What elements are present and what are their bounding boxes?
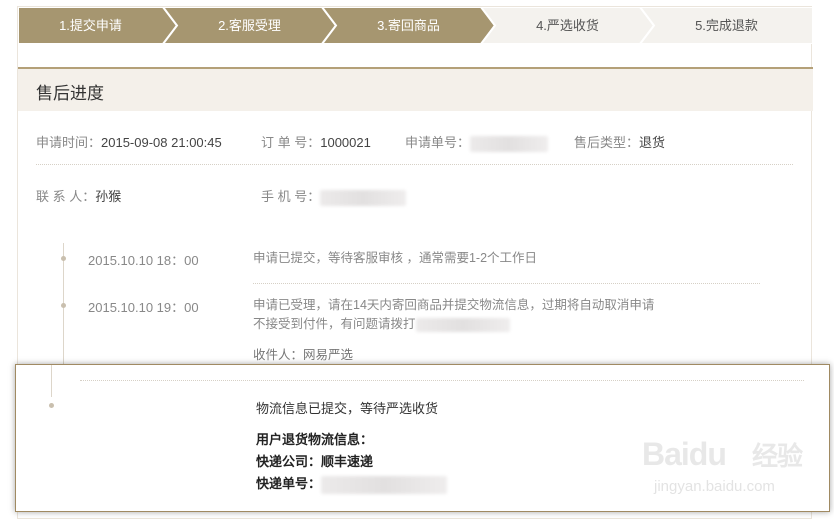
section-header: 售后进度 [18,67,813,111]
hotline-redacted [415,317,510,332]
divider [36,164,793,165]
timeline-dot [61,303,66,308]
timeline-receiver: 收件人：网易严选 [253,348,354,362]
timeline-line [51,365,52,397]
step-refund: 5.完成退款 [695,18,758,33]
type-label: 售后类型： [574,135,640,150]
timeline-text-2b: 不接受到付件，有问题请拨打 [253,315,510,334]
order-number-label: 订 单 号： [261,135,321,150]
progress-steps: 1.提交申请 2.客服受理 3.寄回商品 4.严选收货 5.完成退款 [18,7,813,44]
apply-time: 申请时间：2015-09-08 21:00:45 [36,132,222,151]
type-value: 退货 [639,135,666,150]
timeline-divider [80,380,804,381]
step-return-goods: 3.寄回商品 [377,18,440,33]
courier-company-value: 顺丰速递 [321,454,374,469]
section-title: 售后进度 [36,84,104,103]
timeline-text-1: 申请已提交，等待客服审核 ，通常需要1-2个工作日 [253,251,538,265]
phone-redacted [320,189,407,206]
baidu-watermark: Baidu 经验 jingyan.baidu.com [640,430,830,505]
phone: 手 机 号： [261,186,407,206]
phone-label: 手 机 号： [261,189,321,204]
timeline-dot [61,256,66,261]
courier-company: 快递公司：顺丰速递 [256,451,373,470]
contact-value: 孙猴 [95,189,122,204]
watermark-brand: 经验 [752,441,803,471]
apply-number-label: 申请单号： [405,135,471,150]
logistics-title: 用户退货物流信息： [256,432,374,447]
contact: 联 系 人：孙猴 [36,186,121,205]
step-service-accept: 2.客服受理 [218,18,281,33]
timeline-time-2: 2015.10.10 19：00 [88,300,199,315]
apply-number: 申请单号： [405,132,549,152]
logistics-status: 物流信息已提交，等待严选收货 [256,401,439,416]
tracking-number-label: 快递单号： [256,476,322,491]
order-number: 订 单 号：1000021 [261,132,371,151]
after-sales-type: 售后类型：退货 [574,132,665,151]
courier-company-label: 快递公司： [256,454,322,469]
timeline-dot [49,403,54,408]
timeline-time-1: 2015.10.10 18：00 [88,253,199,268]
timeline-text-2a: 申请已受理，请在14天内寄回商品并提交物流信息，过期将自动取消申请 [253,298,655,312]
apply-time-value: 2015-09-08 21:00:45 [101,135,222,150]
timeline-divider [253,283,760,284]
step-submit: 1.提交申请 [59,18,122,33]
order-number-value: 1000021 [320,135,371,150]
tracking-number: 快递单号： [256,473,448,494]
apply-number-redacted [470,135,549,152]
tracking-number-redacted [321,475,448,494]
watermark-url: jingyan.baidu.com [654,478,775,495]
contact-label: 联 系 人： [36,189,96,204]
step-receive: 4.严选收货 [536,18,599,33]
watermark-logo: Baidu [642,436,727,472]
apply-time-label: 申请时间： [36,135,102,150]
